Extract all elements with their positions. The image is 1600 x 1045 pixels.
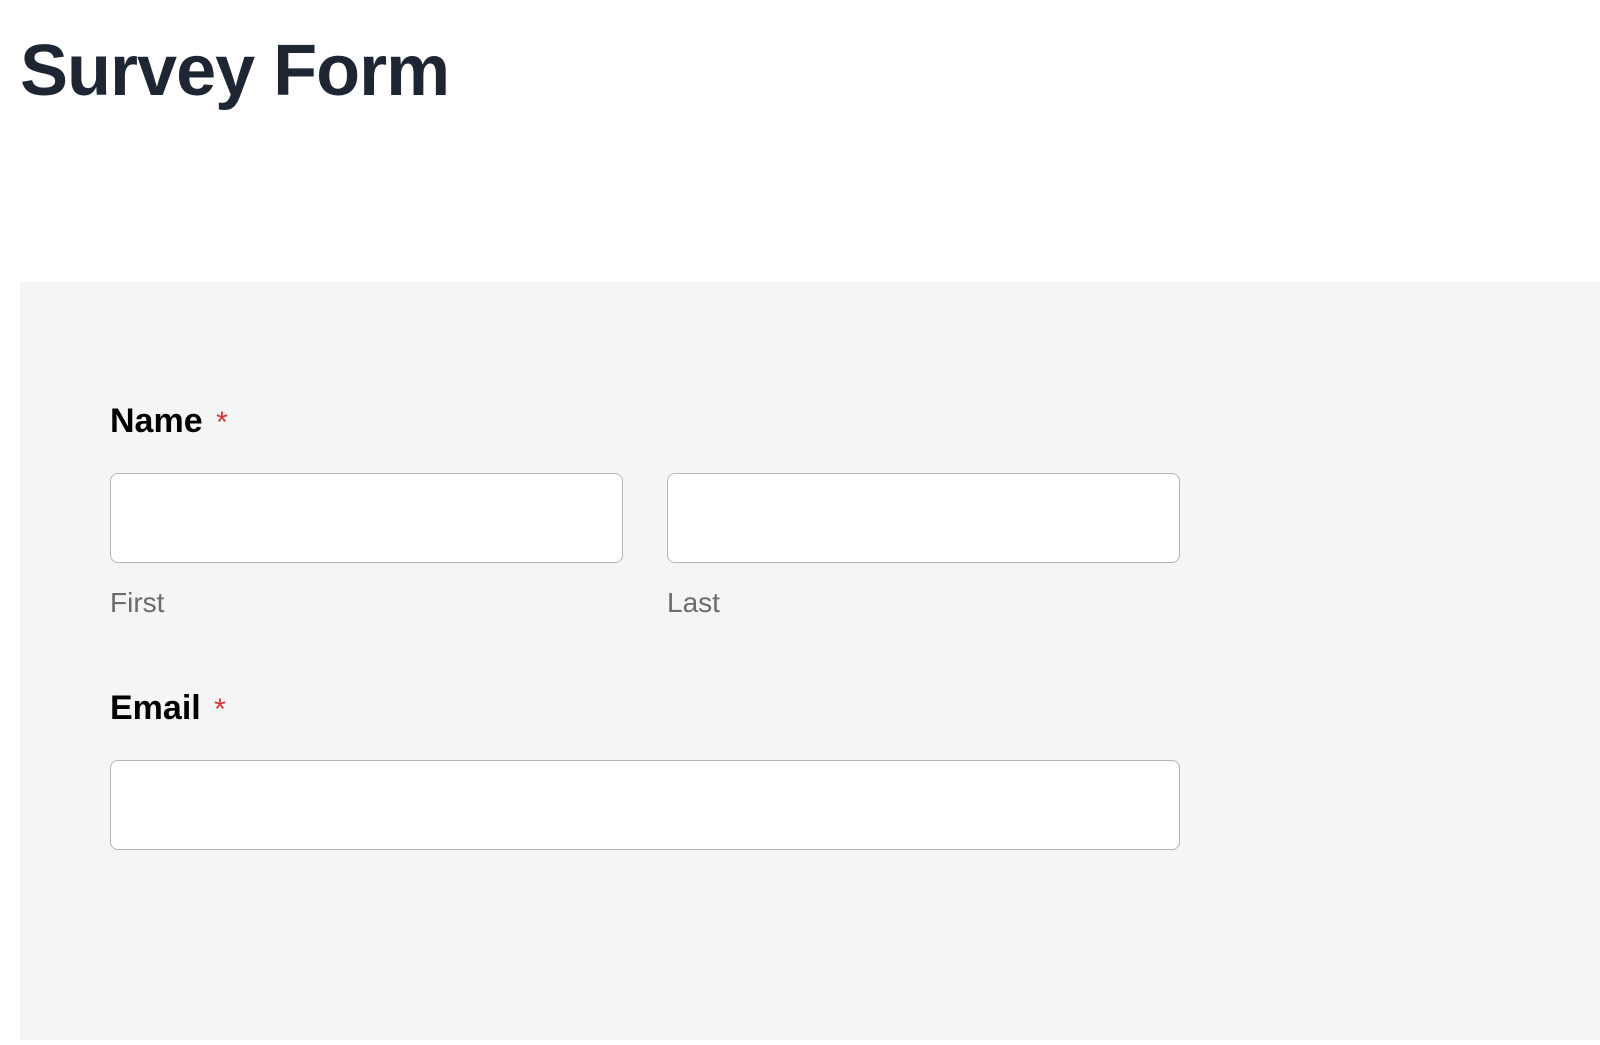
last-name-col: Last (667, 473, 1180, 619)
last-name-input[interactable] (667, 473, 1180, 563)
name-label-text: Name (110, 402, 203, 440)
first-name-col: First (110, 473, 623, 619)
name-label: Name * (110, 402, 1510, 441)
first-name-sublabel: First (110, 587, 623, 619)
last-name-sublabel: Last (667, 587, 1180, 619)
required-asterisk: * (214, 693, 226, 726)
page-title: Survey Form (0, 0, 1600, 112)
email-field: Email * (110, 689, 1510, 850)
required-asterisk: * (216, 406, 228, 439)
form-container: Name * First Last Email * (20, 282, 1600, 1040)
email-label-text: Email (110, 689, 201, 727)
name-row: First Last (110, 473, 1180, 619)
first-name-input[interactable] (110, 473, 623, 563)
name-field: Name * First Last (110, 402, 1510, 619)
email-input-wrapper (110, 760, 1180, 850)
email-label: Email * (110, 689, 1510, 728)
email-input[interactable] (110, 760, 1180, 850)
